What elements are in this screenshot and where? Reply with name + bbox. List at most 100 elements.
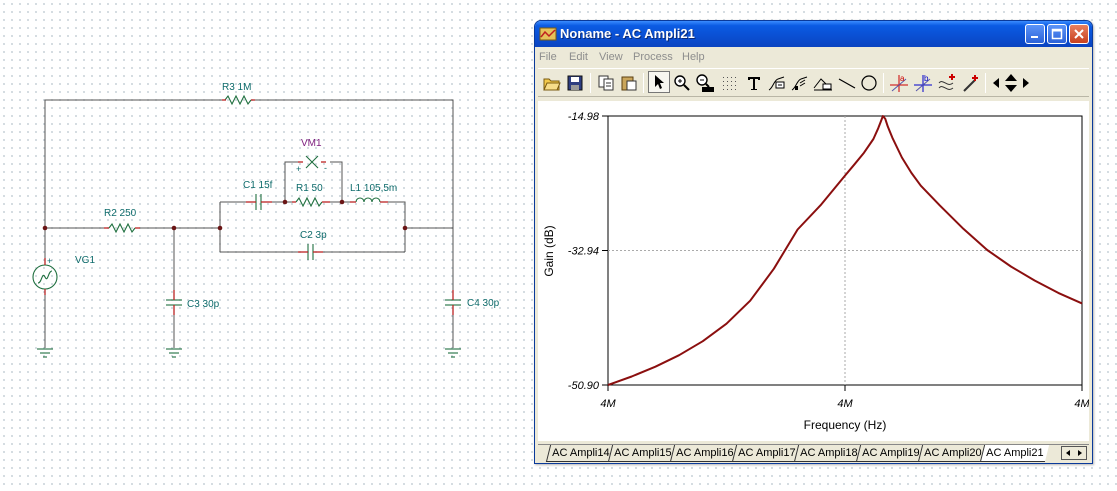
c4-label: C4 30p xyxy=(467,298,500,309)
menu-help[interactable]: Help xyxy=(682,51,705,63)
text-button[interactable] xyxy=(743,72,765,94)
tab-ac-ampli16[interactable]: AC Ampli16 xyxy=(669,445,740,462)
tab-label: AC Ampli15 xyxy=(614,447,672,459)
plot-area[interactable]: -14.98 -32.94 -50.90 4M 4M 4M Gain (dB) Freq… xyxy=(538,101,1089,441)
tab-label: AC Ampli20 xyxy=(924,447,982,459)
tab-label: AC Ampli16 xyxy=(676,447,734,459)
l1-label: L1 105,5m xyxy=(350,183,397,194)
inductor-l1[interactable]: L1 105,5m xyxy=(350,183,397,203)
tab-scroll-left-icon[interactable] xyxy=(1064,449,1072,457)
toolbar-separator xyxy=(643,73,644,93)
tab-ac-ampli21[interactable]: AC Ampli21 xyxy=(979,445,1050,462)
resistor-r1[interactable]: R1 50 xyxy=(292,183,330,208)
ground-icon xyxy=(37,348,53,358)
minimize-button[interactable] xyxy=(1025,24,1045,44)
circle-icon xyxy=(861,75,877,91)
tab-ac-ampli14[interactable]: AC Ampli14 xyxy=(545,445,616,462)
menu-view[interactable]: View xyxy=(599,51,623,63)
open-icon xyxy=(543,78,561,91)
arrow-updown-icon xyxy=(1005,74,1017,92)
wires xyxy=(44,99,454,348)
y-tick-label: -32.94 xyxy=(568,246,599,258)
x-axis-label: Frequency (Hz) xyxy=(804,418,887,432)
app-icon xyxy=(539,27,557,41)
svg-text:a: a xyxy=(900,74,905,83)
signal-generator-vg1[interactable]: + VG1 xyxy=(32,255,95,295)
svg-text:b: b xyxy=(924,74,929,83)
marker-button[interactable] xyxy=(960,72,982,94)
ground-icon xyxy=(445,348,461,358)
cursor-a-icon: a xyxy=(890,74,908,92)
save-icon xyxy=(567,75,583,91)
vm1-label: VM1 xyxy=(301,138,322,149)
resistor-r2[interactable]: R2 250 xyxy=(104,208,140,234)
circuit-schematic: R3 1M VM1 + - C1 15f R1 50 L1 105,5m R2 … xyxy=(32,82,500,358)
open-button[interactable] xyxy=(541,72,563,94)
save-button[interactable] xyxy=(564,72,586,94)
vg1-label: VG1 xyxy=(75,255,95,266)
x-tick-label: 4M xyxy=(1074,398,1089,410)
tab-label: AC Ampli17 xyxy=(738,447,796,459)
close-icon xyxy=(1074,29,1084,39)
tab-ac-ampli20[interactable]: AC Ampli20 xyxy=(917,445,988,462)
cursor-a-button[interactable]: a xyxy=(888,72,910,94)
capacitor-c1[interactable]: C1 15f xyxy=(243,180,273,210)
curve-label-button[interactable] xyxy=(766,72,788,94)
curve-label-alt-icon xyxy=(791,76,808,91)
menu-edit[interactable]: Edit xyxy=(569,51,588,63)
tab-ac-ampli17[interactable]: AC Ampli17 xyxy=(731,445,802,462)
menu-file[interactable]: File xyxy=(539,51,557,63)
line-icon xyxy=(838,78,856,89)
line-tool-button[interactable] xyxy=(836,72,858,94)
tab-ac-ampli18[interactable]: AC Ampli18 xyxy=(793,445,864,462)
circle-tool-button[interactable] xyxy=(858,72,880,94)
junction-nodes xyxy=(42,199,408,231)
copy-button[interactable] xyxy=(595,72,617,94)
tab-ac-ampli19[interactable]: AC Ampli19 xyxy=(855,445,926,462)
gain-plot[interactable]: -14.98 -32.94 -50.90 4M 4M 4M Gain (dB) Freq… xyxy=(538,101,1089,441)
vm1-minus-sign: - xyxy=(324,163,327,173)
cursor-b-button[interactable]: b xyxy=(912,72,934,94)
arrow-updown-button[interactable] xyxy=(1002,72,1020,94)
toolbar: a b xyxy=(538,68,1089,97)
capacitor-c3[interactable]: C3 30p xyxy=(166,290,220,315)
ground-symbols xyxy=(37,348,461,358)
title-bar[interactable]: Noname - AC Ampli21 xyxy=(535,21,1092,47)
zoom-in-button[interactable] xyxy=(671,72,693,94)
tab-ac-ampli15[interactable]: AC Ampli15 xyxy=(607,445,678,462)
tab-label: AC Ampli14 xyxy=(552,447,610,459)
tab-scroll-buttons[interactable] xyxy=(1061,446,1087,460)
minimize-icon xyxy=(1031,36,1038,38)
paste-button[interactable] xyxy=(618,72,640,94)
menu-process[interactable]: Process xyxy=(633,51,673,63)
close-button[interactable] xyxy=(1069,24,1089,44)
arrow-right-icon xyxy=(1023,78,1029,88)
r2-label: R2 250 xyxy=(104,208,137,219)
y-tick-label: -50.90 xyxy=(568,380,600,392)
marker-icon xyxy=(963,75,978,92)
maximize-button[interactable] xyxy=(1047,24,1067,44)
curve-label-alt-button[interactable] xyxy=(789,72,811,94)
vg1-plus-sign: + xyxy=(47,256,52,266)
tab-label: AC Ampli18 xyxy=(800,447,858,459)
tab-label: AC Ampli21 xyxy=(986,447,1044,459)
pointer-icon xyxy=(655,75,664,89)
voltmeter-vm1[interactable]: VM1 + - xyxy=(296,138,327,174)
ac-analysis-window: Noname - AC Ampli21 File Edit View Proce… xyxy=(534,20,1093,464)
add-curve-button[interactable] xyxy=(936,72,958,94)
arrow-left-button[interactable] xyxy=(989,72,1003,94)
arrow-right-button[interactable] xyxy=(1019,72,1033,94)
resistor-r3[interactable]: R3 1M xyxy=(222,82,255,106)
zoom-100-button[interactable] xyxy=(694,72,716,94)
zoom-100-icon xyxy=(696,74,714,92)
capacitor-c4[interactable]: C4 30p xyxy=(445,290,500,315)
pointer-tool-button[interactable] xyxy=(648,71,670,93)
capacitor-c2[interactable]: C2 3p xyxy=(298,230,327,260)
axis-label-button[interactable] xyxy=(812,72,834,94)
x-tick-label: 4M xyxy=(837,398,853,410)
cursor-b-icon: b xyxy=(914,74,932,92)
text-icon xyxy=(748,77,760,90)
tab-scroll-right-icon[interactable] xyxy=(1076,449,1084,457)
arrow-left-icon xyxy=(993,78,999,88)
grid-button[interactable] xyxy=(718,72,740,94)
